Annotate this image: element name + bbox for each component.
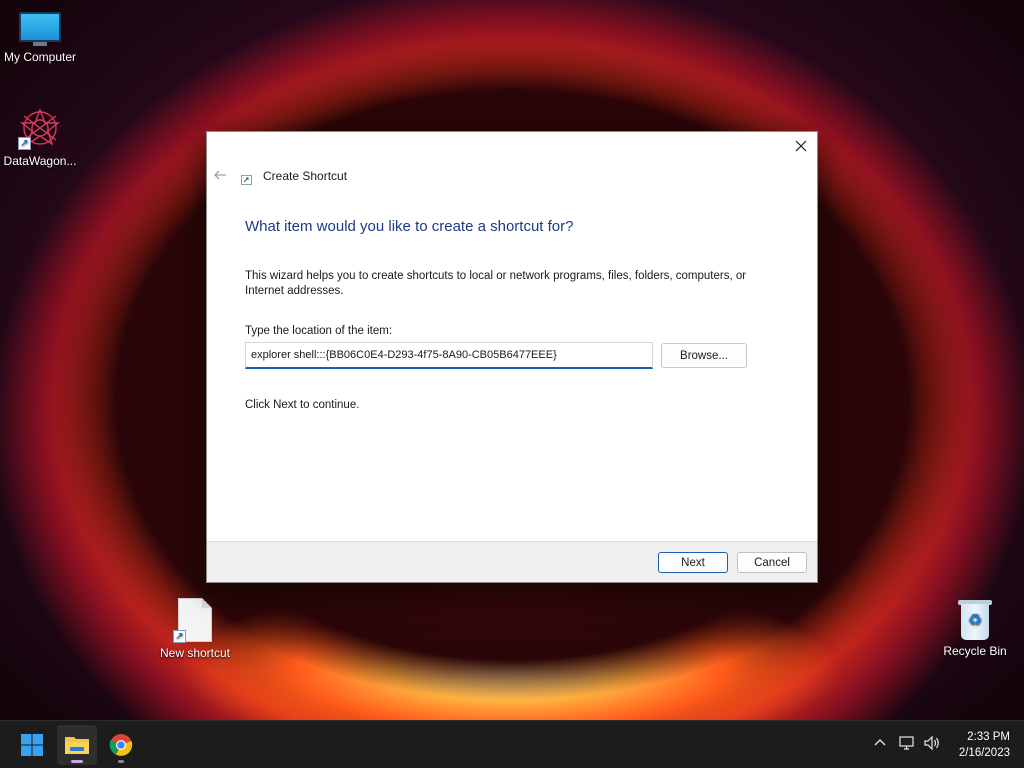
show-hidden-icons-button[interactable] bbox=[870, 735, 890, 755]
shortcut-wizard-icon bbox=[241, 172, 253, 185]
folder-icon bbox=[65, 737, 89, 754]
taskbar-chrome[interactable] bbox=[101, 725, 141, 765]
desktop-icon-new-shortcut[interactable]: ↗ New shortcut bbox=[155, 598, 235, 660]
next-button[interactable]: Next bbox=[658, 552, 728, 573]
desktop-icon-my-computer[interactable]: My Computer bbox=[0, 12, 80, 64]
desktop-icon-datawagon[interactable]: ↗ DataWagon... bbox=[0, 106, 80, 168]
continue-hint: Click Next to continue. bbox=[245, 399, 360, 411]
dialog-title: Create Shortcut bbox=[263, 169, 348, 183]
desktop-icon-label: DataWagon... bbox=[3, 154, 77, 168]
recycle-bin-icon: ♻ bbox=[958, 598, 992, 640]
location-input[interactable]: explorer shell:::{BB06C0E4-D293-4f75-8A9… bbox=[245, 342, 653, 369]
close-icon bbox=[795, 140, 807, 152]
location-label: Type the location of the item: bbox=[245, 325, 393, 337]
cancel-button[interactable]: Cancel bbox=[737, 552, 807, 573]
computer-monitor-icon bbox=[19, 12, 61, 46]
back-arrow-icon bbox=[214, 170, 226, 180]
system-clock[interactable]: 2:33 PM 2/16/2023 bbox=[959, 729, 1010, 761]
datawagon-app-icon: ↗ bbox=[18, 106, 62, 150]
shortcut-arrow-icon: ↗ bbox=[173, 630, 186, 643]
windows-start-icon bbox=[21, 734, 43, 756]
taskbar-file-explorer[interactable] bbox=[57, 725, 97, 765]
create-shortcut-dialog: Create Shortcut What item would you like… bbox=[206, 131, 818, 583]
desktop-icon-recycle-bin[interactable]: ♻ Recycle Bin bbox=[935, 598, 1015, 658]
dialog-footer: Next Cancel bbox=[207, 541, 817, 582]
wizard-description: This wizard helps you to create shortcut… bbox=[245, 270, 747, 297]
browse-button[interactable]: Browse... bbox=[661, 343, 747, 368]
wizard-heading: What item would you like to create a sho… bbox=[245, 218, 574, 235]
desktop-icon-label: New shortcut bbox=[159, 646, 231, 660]
volume-icon bbox=[924, 735, 939, 751]
clock-date: 2/16/2023 bbox=[958, 747, 1010, 759]
chrome-icon bbox=[109, 734, 133, 756]
running-indicator bbox=[118, 760, 124, 763]
shortcut-file-icon: ↗ bbox=[173, 598, 212, 643]
shortcut-arrow-icon: ↗ bbox=[18, 137, 31, 150]
network-icon bbox=[899, 736, 914, 750]
close-button[interactable] bbox=[785, 132, 817, 160]
network-button[interactable] bbox=[897, 735, 917, 755]
chevron-up-icon bbox=[874, 739, 886, 746]
desktop-icon-label: My Computer bbox=[3, 50, 77, 64]
start-button[interactable] bbox=[12, 725, 52, 765]
back-button[interactable] bbox=[213, 168, 229, 184]
taskbar: 2:33 PM 2/16/2023 bbox=[0, 720, 1024, 768]
desktop-icon-label: Recycle Bin bbox=[943, 644, 1007, 658]
volume-button[interactable] bbox=[922, 735, 942, 755]
active-indicator bbox=[71, 760, 83, 763]
clock-time: 2:33 PM bbox=[967, 731, 1010, 743]
